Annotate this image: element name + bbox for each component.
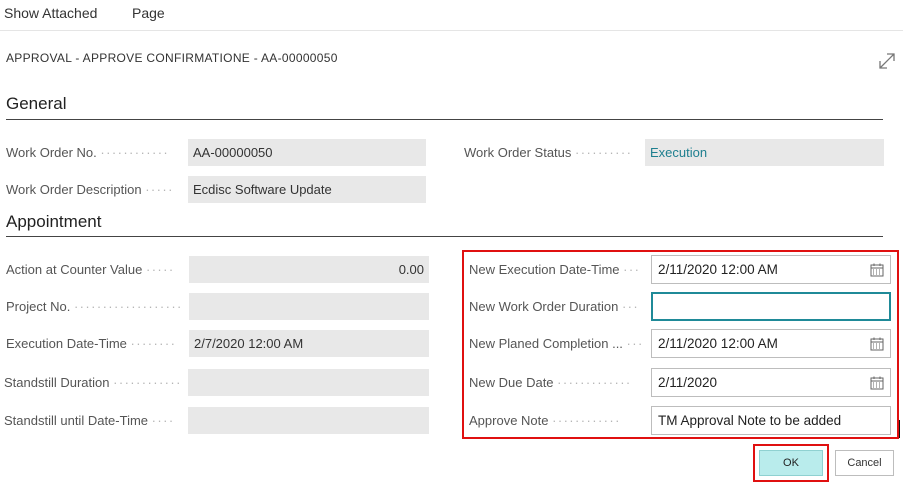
work-order-description-field[interactable]: Ecdisc Software Update	[188, 176, 426, 203]
general-section-title: General	[6, 94, 67, 113]
project-no-field[interactable]	[189, 293, 429, 320]
expand-icon[interactable]	[876, 50, 898, 72]
work-order-no-label: Work Order No. ············	[6, 145, 170, 160]
cancel-button[interactable]: Cancel	[835, 450, 894, 476]
work-order-no-field[interactable]: AA-00000050	[188, 139, 426, 166]
execution-datetime-field[interactable]: 2/7/2020 12:00 AM	[189, 330, 429, 357]
standstill-duration-field[interactable]	[188, 369, 429, 396]
work-order-description-label: Work Order Description ·····	[6, 182, 174, 197]
top-toolbar: Show Attached Page	[0, 0, 903, 31]
appointment-section-title: Appointment	[6, 212, 102, 231]
text-cursor	[899, 420, 900, 438]
toolbar-divider	[0, 30, 903, 31]
dialog-title: APPROVAL - APPROVE CONFIRMATIONE - AA-00…	[6, 51, 338, 65]
ok-highlight-frame	[753, 444, 829, 482]
project-no-label: Project No. ·························	[6, 299, 184, 314]
work-order-status-field[interactable]: Execution	[645, 139, 884, 166]
standstill-until-field[interactable]	[188, 407, 429, 434]
appointment-section-divider	[6, 236, 883, 237]
action-at-counter-label: Action at Counter Value ·····	[6, 262, 175, 277]
work-order-status-label: Work Order Status ··········	[464, 145, 633, 160]
execution-datetime-label: Execution Date-Time ········	[6, 336, 177, 351]
highlight-frame	[462, 250, 899, 439]
action-at-counter-field[interactable]: 0.00	[189, 256, 429, 283]
standstill-duration-label: Standstill Duration ············	[4, 375, 182, 390]
standstill-until-label: Standstill until Date-Time ····	[4, 413, 175, 428]
general-section-divider	[6, 119, 883, 120]
show-attached-menu[interactable]: Show Attached	[4, 5, 97, 21]
page-menu[interactable]: Page	[132, 5, 165, 21]
